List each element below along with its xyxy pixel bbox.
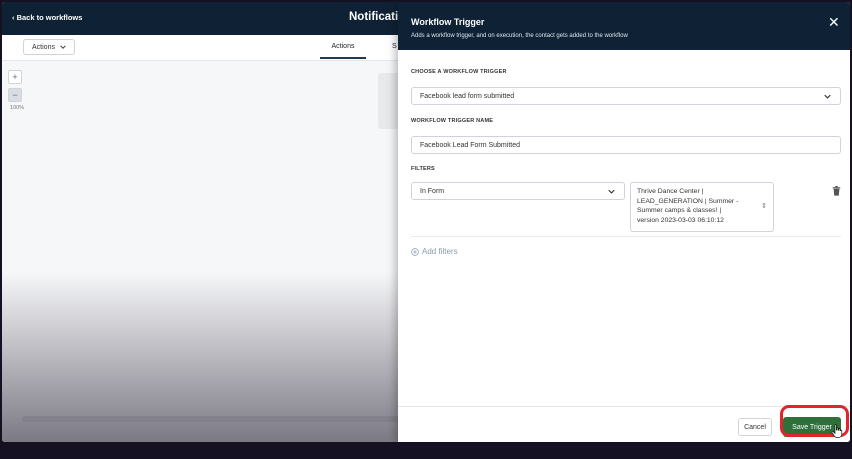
hand-cursor-icon (831, 424, 843, 438)
panel-footer: Cancel Save Trigger (398, 406, 850, 442)
workflow-trigger-panel: Workflow Trigger Adds a workflow trigger… (398, 2, 850, 442)
trigger-select[interactable]: Facebook lead form submitted (411, 87, 841, 105)
trigger-name-input[interactable]: Facebook Lead Form Submitted (411, 136, 841, 154)
plus-circle-icon (411, 247, 419, 256)
close-icon[interactable]: ✕ (828, 15, 840, 29)
filter-value-line: LEAD_GENERATION | Summer - (637, 197, 739, 205)
zoom-level: 100% (10, 105, 25, 111)
updown-chevron-icon: ⇕ (761, 203, 767, 210)
filter-field-value: In Form (420, 187, 445, 195)
filter-value-select[interactable]: Thrive Dance Center | LEAD_GENERATION | … (630, 182, 774, 232)
panel-title: Workflow Trigger (411, 17, 485, 27)
panel-header: Workflow Trigger Adds a workflow trigger… (398, 2, 850, 50)
cancel-button[interactable]: Cancel (738, 418, 772, 436)
zoom-in-button[interactable]: + (8, 70, 22, 84)
actions-dropdown-label: Actions (32, 43, 55, 51)
trigger-select-value: Facebook lead form submitted (420, 92, 515, 100)
tab-partial[interactable]: S (392, 43, 397, 50)
filter-field-select[interactable]: In Form (411, 182, 625, 200)
chevron-down-icon (608, 189, 615, 194)
add-filters-label: Add filters (422, 247, 458, 256)
back-label: Back to workflows (16, 13, 83, 22)
workflow-builder: ‹ Back to workflows Notificatic Actions … (2, 2, 850, 442)
tab-actions[interactable]: Actions (320, 35, 366, 59)
filter-value-line: Summer camps & classes! | (637, 207, 722, 214)
filters-label: FILTERS (411, 166, 435, 172)
trash-icon[interactable] (832, 186, 841, 196)
add-filters-link[interactable]: Add filters (411, 247, 458, 256)
back-to-workflows-link[interactable]: ‹ Back to workflows (12, 13, 82, 22)
actions-dropdown[interactable]: Actions (23, 39, 75, 55)
filter-value-line: version 2023-03-03 06:10:12 (637, 216, 724, 224)
chevron-down-icon (824, 94, 831, 99)
zoom-out-button[interactable]: − (8, 88, 22, 102)
panel-subtitle: Adds a workflow trigger, and on executio… (411, 33, 628, 39)
chevron-down-icon (60, 45, 66, 49)
choose-trigger-label: CHOOSE A WORKFLOW TRIGGER (411, 69, 507, 75)
filter-value-line: Thrive Dance Center | (637, 188, 704, 195)
trigger-name-label: WORKFLOW TRIGGER NAME (411, 118, 494, 124)
workflow-title: Notificatic (349, 11, 405, 23)
divider (411, 236, 841, 237)
trigger-name-value: Facebook Lead Form Submitted (420, 141, 520, 149)
